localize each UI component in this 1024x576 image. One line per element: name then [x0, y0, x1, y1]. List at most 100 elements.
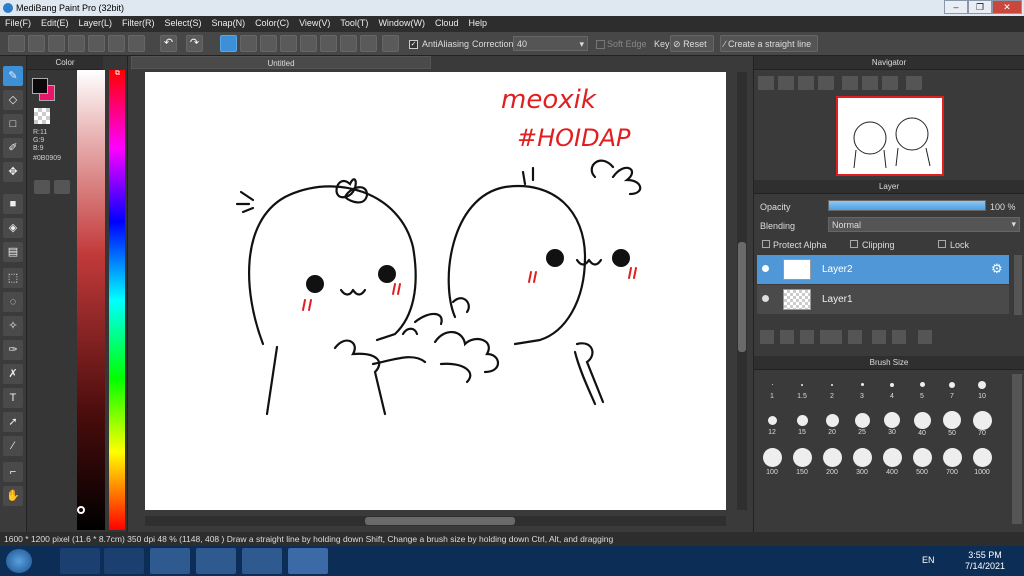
palette-icon[interactable] — [34, 180, 50, 194]
new-8bit-layer-icon[interactable] — [800, 330, 814, 344]
clock[interactable]: 3:55 PM 7/14/2021 — [948, 550, 1022, 572]
vertical-scrollbar[interactable] — [737, 72, 747, 510]
eyedropper-tool-icon[interactable]: ⌐ — [3, 462, 23, 482]
eraser-tool-icon[interactable]: ◇ — [3, 90, 23, 110]
layer-scrollbar[interactable] — [1014, 255, 1022, 315]
brush-size-25[interactable]: 25 — [847, 410, 877, 444]
medibang-taskbar-icon[interactable] — [242, 548, 282, 574]
document-tab[interactable]: Untitled — [131, 56, 431, 69]
operation-tool-icon[interactable]: ➚ — [3, 412, 23, 432]
brush-size-70[interactable]: 70 — [967, 410, 997, 444]
gear-icon[interactable] — [382, 35, 399, 52]
panel-menu-icon[interactable]: ⧉ — [115, 70, 120, 78]
brush-size-7[interactable]: 7 — [937, 374, 967, 408]
rotate-right-icon[interactable] — [882, 76, 898, 90]
blending-select[interactable]: Normal ▾ — [828, 217, 1020, 232]
parallel-snap-icon[interactable] — [240, 35, 257, 52]
brush-size-5[interactable]: 5 — [907, 374, 937, 408]
add-layer-menu-icon[interactable] — [820, 330, 842, 344]
brush-size-scrollbar[interactable] — [1012, 374, 1022, 524]
straight-line-button[interactable]: ∕ Create a straight line — [720, 35, 818, 52]
hue-bar[interactable] — [109, 70, 125, 530]
navigator-preview[interactable] — [836, 96, 944, 176]
foreground-color-swatch[interactable] — [32, 78, 48, 94]
brush-size-40[interactable]: 40 — [907, 410, 937, 444]
gear-icon[interactable]: ⚙ — [991, 261, 1003, 277]
shape-tool-icon[interactable]: □ — [3, 114, 23, 134]
brush-size-15[interactable]: 15 — [787, 410, 817, 444]
move-tool-icon[interactable]: ✥ — [3, 162, 23, 182]
paint-icon[interactable] — [288, 548, 328, 574]
lasso-tool-icon[interactable]: ◌ — [3, 292, 23, 312]
menu-edit[interactable]: Edit(E) — [36, 16, 74, 28]
brush-size-1-5[interactable]: 1.5 — [787, 374, 817, 408]
antialiasing-checkbox[interactable]: ✓ — [409, 40, 418, 49]
brush-size-150[interactable]: 150 — [787, 448, 817, 482]
bucket-tool-icon[interactable]: ◈ — [3, 218, 23, 238]
vertical-scroll-thumb[interactable] — [738, 242, 746, 352]
transparent-swatch[interactable] — [34, 108, 50, 124]
saturation-bar[interactable] — [77, 70, 105, 530]
menu-color[interactable]: Color(C) — [250, 16, 294, 28]
language-indicator[interactable]: EN — [922, 555, 935, 565]
brush-size-1[interactable]: 1 — [757, 374, 787, 408]
soft-edge-checkbox[interactable] — [596, 40, 605, 49]
divide-tool-icon[interactable]: ⁄ — [3, 436, 23, 456]
layer-row-layer2[interactable]: Layer2 ⚙ — [757, 255, 1009, 284]
menu-window[interactable]: Window(W) — [373, 16, 430, 28]
select-tool-icon[interactable]: ⬚ — [3, 268, 23, 288]
radial-snap-icon[interactable] — [300, 35, 317, 52]
start-button[interactable] — [6, 549, 32, 573]
internet-explorer-icon[interactable] — [104, 548, 144, 574]
brush-size-200[interactable]: 200 — [817, 448, 847, 482]
duplicate-layer-icon[interactable] — [872, 330, 886, 344]
concentric-snap-icon[interactable] — [320, 35, 337, 52]
brush-size-12[interactable]: 12 — [757, 410, 787, 444]
chrome-icon[interactable] — [196, 548, 236, 574]
document-icon[interactable] — [88, 35, 105, 52]
horizontal-scrollbar[interactable] — [145, 516, 726, 526]
layers-icon[interactable] — [108, 35, 125, 52]
layer-row-layer1[interactable]: Layer1 — [757, 285, 1009, 314]
menu-tool[interactable]: Tool(T) — [335, 16, 373, 28]
drawing-canvas[interactable]: meoxik #HOIDAP — [145, 72, 726, 510]
new-layer-icon[interactable] — [760, 330, 774, 344]
minimize-button[interactable]: – — [944, 0, 968, 14]
zoom-in-icon[interactable] — [758, 76, 774, 90]
brush-size-20[interactable]: 20 — [817, 410, 847, 444]
dot-tool-icon[interactable]: ✐ — [3, 138, 23, 158]
folder-icon[interactable] — [848, 330, 862, 344]
menu-cloud[interactable]: Cloud — [430, 16, 464, 28]
protect-alpha-checkbox[interactable] — [762, 240, 770, 248]
text-tool-icon[interactable]: T — [3, 388, 23, 408]
brush-size-700[interactable]: 700 — [937, 448, 967, 482]
lock-checkbox[interactable] — [938, 240, 946, 248]
magic-wand-tool-icon[interactable]: ✧ — [3, 316, 23, 336]
brush-size-50[interactable]: 50 — [937, 410, 967, 444]
grid-icon[interactable] — [128, 35, 145, 52]
circle-snap-icon[interactable] — [360, 35, 377, 52]
menu-view[interactable]: View(V) — [294, 16, 335, 28]
brush-size-300[interactable]: 300 — [847, 448, 877, 482]
eye-icon[interactable] — [762, 295, 769, 302]
opacity-slider[interactable] — [828, 200, 986, 211]
hand-tool-icon[interactable]: ✋ — [3, 486, 23, 506]
comment-icon[interactable] — [68, 35, 85, 52]
brush-size-2[interactable]: 2 — [817, 374, 847, 408]
menu-filter[interactable]: Filter(R) — [117, 16, 160, 28]
brush-size-30[interactable]: 30 — [877, 410, 907, 444]
reset-button[interactable]: ⊘ Reset — [670, 35, 714, 52]
horizontal-scroll-thumb[interactable] — [365, 517, 515, 525]
brush-size-400[interactable]: 400 — [877, 448, 907, 482]
select-pen-tool-icon[interactable]: ✑ — [3, 340, 23, 360]
brush-size-100[interactable]: 100 — [757, 448, 787, 482]
visual-studio-icon[interactable] — [60, 548, 100, 574]
new-halftone-layer-icon[interactable] — [780, 330, 794, 344]
snap-off-icon[interactable] — [220, 35, 237, 52]
cloud-icon[interactable] — [8, 35, 25, 52]
share-icon[interactable] — [28, 35, 45, 52]
undo-icon[interactable]: ↶ — [160, 35, 177, 52]
brush-size-4[interactable]: 4 — [877, 374, 907, 408]
brush-size-500[interactable]: 500 — [907, 448, 937, 482]
rotate-left-icon[interactable] — [842, 76, 858, 90]
